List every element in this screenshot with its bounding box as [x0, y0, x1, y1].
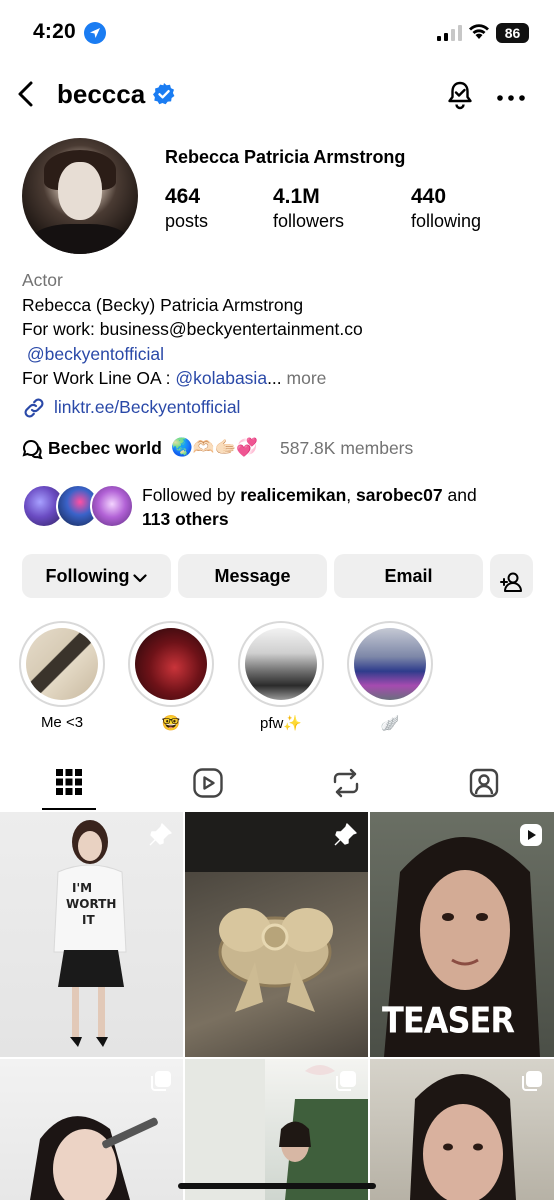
- reels-icon: [193, 768, 223, 798]
- stat-followers[interactable]: 4.1M followers: [273, 185, 344, 232]
- svg-text:WORTH: WORTH: [66, 897, 116, 911]
- stat-followers-label: followers: [273, 211, 345, 231]
- mutual-follower-name: realicemikan: [240, 485, 347, 505]
- profile-category: Actor: [22, 270, 63, 290]
- post-thumbnail[interactable]: I'M WORTH IT: [0, 812, 183, 1057]
- svg-text:I'M: I'M: [72, 881, 92, 895]
- email-button[interactable]: Email: [334, 554, 483, 598]
- location-arrow-icon: [84, 22, 106, 44]
- link-icon: [22, 396, 46, 425]
- highlight-cover: [354, 628, 426, 700]
- svg-text:IT: IT: [82, 913, 95, 927]
- chevron-down-icon: [133, 555, 148, 599]
- more-options-icon[interactable]: [496, 89, 526, 107]
- message-button[interactable]: Message: [178, 554, 327, 598]
- verified-badge-icon: [152, 82, 176, 111]
- bio-ellipsis: ...: [267, 368, 282, 388]
- post-thumbnail[interactable]: TEASER: [370, 812, 554, 1057]
- stat-following-label: following: [411, 211, 482, 231]
- profile-avatar[interactable]: [22, 138, 138, 254]
- reposts-icon: [333, 768, 359, 798]
- stat-posts-value: 464: [165, 185, 201, 208]
- profile-link-text[interactable]: linktr.ee/Beckyentofficial: [54, 397, 240, 418]
- story-highlight[interactable]: 🤓: [128, 621, 214, 732]
- stat-following[interactable]: 440 following: [411, 185, 481, 232]
- channel-chat-icon: [22, 439, 44, 464]
- bio-mention-link[interactable]: @kolabasia: [175, 368, 267, 388]
- highlight-label: 🪽: [380, 715, 400, 732]
- home-indicator[interactable]: [178, 1183, 376, 1189]
- post-thumbnail[interactable]: [185, 1059, 368, 1200]
- tab-reposts[interactable]: [276, 755, 414, 811]
- story-highlight[interactable]: pfw✨: [238, 621, 324, 732]
- tab-tagged[interactable]: [414, 755, 552, 811]
- tab-reels[interactable]: [138, 755, 276, 811]
- add-person-icon: [500, 565, 524, 609]
- profile-header: beccca: [0, 70, 554, 118]
- stat-following-value: 440: [411, 185, 447, 208]
- post-thumbnail[interactable]: [370, 1059, 554, 1200]
- followed-by-row[interactable]: Followed by realicemikan, sarobec07 and 1…: [22, 482, 542, 532]
- story-highlight[interactable]: Me <3: [19, 621, 105, 731]
- highlight-cover: [26, 628, 98, 700]
- posts-grid: I'M WORTH IT TEASER: [0, 812, 554, 1200]
- battery-indicator: 86: [496, 23, 529, 43]
- post-overlay-text: TEASER: [382, 998, 515, 1042]
- mutual-follower-avatar: [90, 484, 134, 528]
- carousel-icon: [149, 1069, 173, 1098]
- profile-bio: Actor Rebecca (Becky) Patricia Armstrong…: [22, 268, 542, 391]
- carousel-icon: [334, 1069, 358, 1098]
- stat-followers-value: 4.1M: [273, 185, 320, 208]
- highlight-cover: [245, 628, 317, 700]
- channel-member-count: 587.8K members: [280, 438, 414, 458]
- following-button-label: Following: [45, 566, 130, 586]
- notification-bell-icon[interactable]: [444, 78, 476, 115]
- highlight-label: 🤓: [161, 715, 181, 732]
- bio-line: For work: business@beckyentertainment.co: [22, 319, 363, 339]
- followed-by-text: Followed by realicemikan, sarobec07 and 1…: [142, 485, 477, 529]
- highlight-label: Me <3: [40, 714, 84, 731]
- channel-name: Becbec world: [48, 438, 162, 458]
- carousel-icon: [520, 1069, 544, 1098]
- highlight-cover: [135, 628, 207, 700]
- highlight-label: pfw✨: [259, 715, 303, 732]
- mutual-others-count: 113 others: [142, 509, 229, 529]
- grid-icon: [56, 769, 82, 795]
- channel-emoji: 🌏🫶🏻🫱🏻💞: [171, 437, 259, 457]
- stat-posts-label: posts: [165, 211, 209, 231]
- profile-username: beccca: [57, 79, 146, 109]
- post-thumbnail[interactable]: [0, 1059, 183, 1200]
- status-time: 4:20: [33, 20, 76, 43]
- reel-icon: [518, 822, 544, 853]
- active-tab-indicator: [42, 808, 96, 810]
- tab-posts-grid[interactable]: [0, 755, 138, 811]
- pin-icon: [147, 822, 173, 853]
- mutual-follower-name: sarobec07: [356, 485, 443, 505]
- story-highlight[interactable]: 🪽: [347, 621, 433, 732]
- wifi-icon: [469, 24, 489, 39]
- back-arrow-icon[interactable]: [14, 80, 38, 113]
- status-bar: 4:20 86: [0, 0, 554, 62]
- suggested-users-button[interactable]: [490, 554, 533, 598]
- profile-content-tabs: [0, 755, 554, 811]
- profile-full-name: Rebecca Patricia Armstrong: [165, 147, 406, 167]
- bio-line: Rebecca (Becky) Patricia Armstrong: [22, 294, 304, 315]
- cellular-signal-icon: [437, 25, 462, 41]
- bio-line: For Work Line OA :: [22, 368, 176, 388]
- pin-icon: [332, 822, 358, 853]
- post-thumbnail[interactable]: [185, 812, 368, 1057]
- tagged-icon: [469, 768, 499, 798]
- stat-posts[interactable]: 464 posts: [165, 185, 208, 232]
- bio-mention-link[interactable]: @beckyentofficial: [27, 344, 164, 364]
- bio-more-button[interactable]: more: [287, 368, 327, 388]
- following-button[interactable]: Following: [22, 554, 171, 598]
